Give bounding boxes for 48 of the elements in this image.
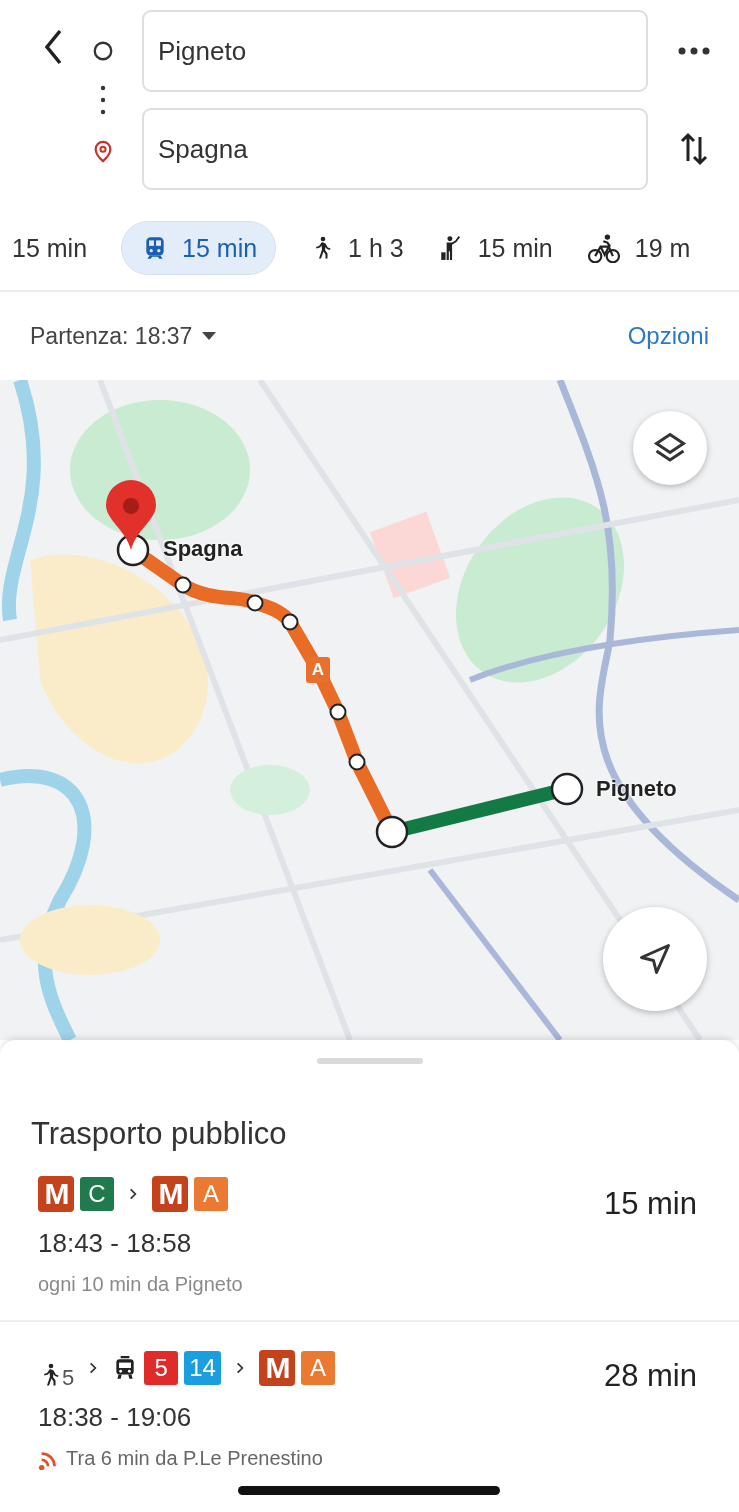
departure-dropdown[interactable]: Partenza: 18:37 [30,322,217,350]
metro-logo: M [258,1350,295,1386]
origin-field[interactable]: Pigneto [142,10,648,92]
options-link[interactable]: Opzioni [627,322,709,350]
destination-map-label: Spagna [163,536,243,562]
line-badge: 5 [144,1351,179,1385]
origin-circle-icon [92,40,114,62]
more-dots [677,46,710,56]
destination-field[interactable]: Spagna [142,108,648,190]
stop-marker [246,594,264,612]
travel-mode-tab[interactable]: 15 min [12,221,88,275]
destination-pin-icon [106,480,156,550]
chevron-icon [234,1361,245,1375]
origin-map-label: Pigneto [596,776,677,802]
chevron-icon [88,1361,99,1375]
walk-minutes: 5 [62,1365,75,1391]
chevron-icon [128,1187,138,1201]
travel-mode-tab[interactable]: 19 m [586,221,691,275]
route-duration: 15 min [603,1186,697,1222]
bicycle-icon [586,233,621,263]
metro-logo: M [38,1176,74,1212]
more-icon[interactable] [677,46,710,56]
line-badge: A [300,1351,335,1385]
dotted-line-icon [100,85,106,115]
dropdown-caret-icon [202,332,217,340]
stop-marker [281,613,299,631]
stop-marker [329,703,347,721]
route-times: 18:43 - 18:58 [38,1228,193,1259]
endpoint-marker [375,815,409,849]
stop-marker [174,576,192,594]
travel-mode-tab[interactable]: 15 min [437,221,553,275]
swap-button[interactable] [678,131,709,167]
route-duration: 28 min [603,1358,697,1394]
drag-handle[interactable] [316,1058,423,1064]
line-badge: C [80,1177,114,1211]
line-badge: 14 [184,1351,221,1385]
stop-marker [348,753,366,771]
route-note: ogni 10 min da Pigneto [38,1273,243,1296]
route-times: 18:38 - 19:06 [38,1402,193,1433]
endpoint-marker [550,772,584,806]
metro-logo: M [152,1176,188,1212]
section-title: Trasporto pubblico [31,1116,288,1152]
travel-mode-tab[interactable]: 1 h 3 [310,221,404,275]
line-badge: A [194,1177,228,1211]
route-note: Tra 6 min da P.Le Prenestino [66,1447,323,1470]
swap-arrows-icon [678,131,709,167]
travel-mode-tab[interactable]: 15 min [121,221,277,275]
navigation-arrow-icon [637,941,673,977]
